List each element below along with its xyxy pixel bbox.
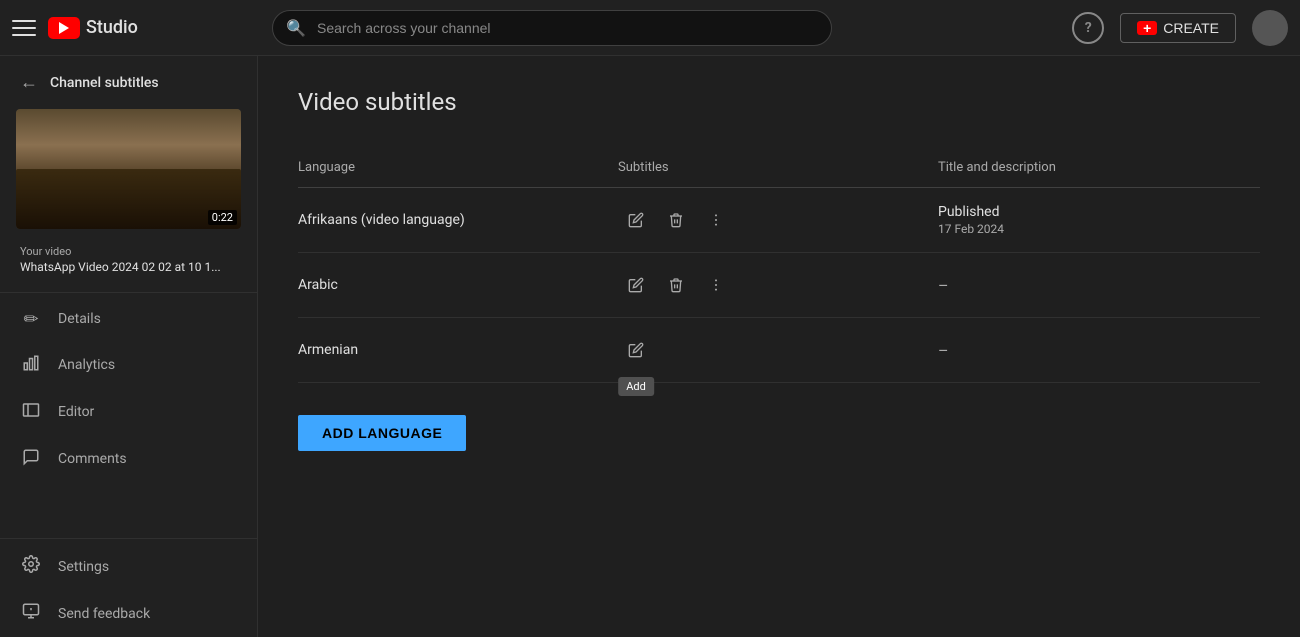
subtitle-actions: Add [618,332,922,368]
table-row: Armenian Add [298,318,1260,383]
add-tooltip: Add [618,377,654,396]
video-info: Your video WhatsApp Video 2024 02 02 at … [0,237,257,288]
column-header-subtitles: Subtitles [618,148,938,188]
dash-value: – [938,276,949,295]
column-header-language: Language [298,148,618,188]
video-duration: 0:22 [208,210,237,225]
analytics-icon [20,354,42,377]
search-bar-container: 🔍 [272,10,832,46]
sidebar-item-details[interactable]: ✏ Details [0,297,257,342]
sidebar-item-feedback[interactable]: Send feedback [0,590,257,637]
sidebar-item-label: Settings [58,559,109,575]
top-nav: Studio 🔍 ? CREATE [0,0,1300,56]
help-button[interactable]: ? [1072,12,1104,44]
more-options-button[interactable] [698,267,734,303]
sidebar-divider-bottom [0,538,257,539]
sidebar-item-label: Analytics [58,357,115,373]
sidebar: ← Channel subtitles 0:22 Your video What… [0,56,258,637]
subtitle-actions [618,267,922,303]
search-icon: 🔍 [286,18,306,37]
page-title: Video subtitles [298,88,1260,116]
title-desc-cell: Published 17 Feb 2024 [938,188,1260,253]
create-video-icon [1137,21,1157,35]
language-cell: Arabic [298,253,618,318]
more-options-button[interactable] [698,202,734,238]
feedback-icon [20,602,42,625]
subtitles-table: Language Subtitles Title and description… [298,148,1260,383]
comments-icon [20,448,42,471]
sidebar-item-settings[interactable]: Settings [0,543,257,590]
back-arrow-icon: ← [20,72,38,93]
edit-subtitle-button[interactable] [618,267,654,303]
sidebar-item-analytics[interactable]: Analytics [0,342,257,389]
title-desc-cell: – [938,318,1260,383]
logo-area: Studio [48,17,138,39]
table-row: Arabic [298,253,1260,318]
edit-subtitle-button[interactable] [618,202,654,238]
published-status: Published [938,204,1244,220]
video-title: WhatsApp Video 2024 02 02 at 10 1... [20,260,237,276]
delete-subtitle-button[interactable] [658,267,694,303]
studio-wordmark: Studio [86,17,138,38]
subtitles-actions-cell [618,188,938,253]
language-cell: Afrikaans (video language) [298,188,618,253]
add-language-button[interactable]: ADD LANGUAGE [298,415,466,451]
back-to-channel-subtitles[interactable]: ← Channel subtitles [0,56,257,109]
avatar[interactable] [1252,10,1288,46]
sidebar-bottom: Settings Send feedback [0,534,257,637]
sidebar-item-comments[interactable]: Comments [0,436,257,483]
title-status: Published 17 Feb 2024 [938,204,1244,236]
delete-subtitle-button[interactable] [658,202,694,238]
create-label: CREATE [1163,20,1219,36]
sidebar-item-label: Send feedback [58,606,150,622]
sidebar-back-label: Channel subtitles [50,75,159,91]
table-header-row: Language Subtitles Title and description [298,148,1260,188]
hamburger-menu[interactable] [12,16,36,40]
pencil-icon: ✏ [20,309,42,330]
dash-value: – [938,341,949,360]
subtitle-actions [618,202,922,238]
language-cell: Armenian [298,318,618,383]
published-date: 17 Feb 2024 [938,222,1244,236]
sidebar-divider [0,292,257,293]
editor-icon [20,401,42,424]
table-row: Afrikaans (video language) [298,188,1260,253]
create-button[interactable]: CREATE [1120,13,1236,43]
video-label: Your video [20,245,237,258]
main-content: Video subtitles Language Subtitles Title… [258,56,1300,637]
body-layout: ← Channel subtitles 0:22 Your video What… [0,56,1300,637]
nav-right: ? CREATE [1072,10,1288,46]
settings-icon [20,555,42,578]
sidebar-item-label: Details [58,311,101,327]
sidebar-item-label: Comments [58,451,127,467]
subtitles-actions-cell: Add [618,318,938,383]
add-subtitle-button[interactable]: Add [618,332,654,368]
sidebar-item-label: Editor [58,404,94,420]
sidebar-item-editor[interactable]: Editor [0,389,257,436]
search-input[interactable] [272,10,832,46]
title-desc-cell: – [938,253,1260,318]
video-thumbnail[interactable]: 0:22 [16,109,241,229]
youtube-logo-icon [48,17,80,39]
column-header-title-desc: Title and description [938,148,1260,188]
subtitles-actions-cell [618,253,938,318]
